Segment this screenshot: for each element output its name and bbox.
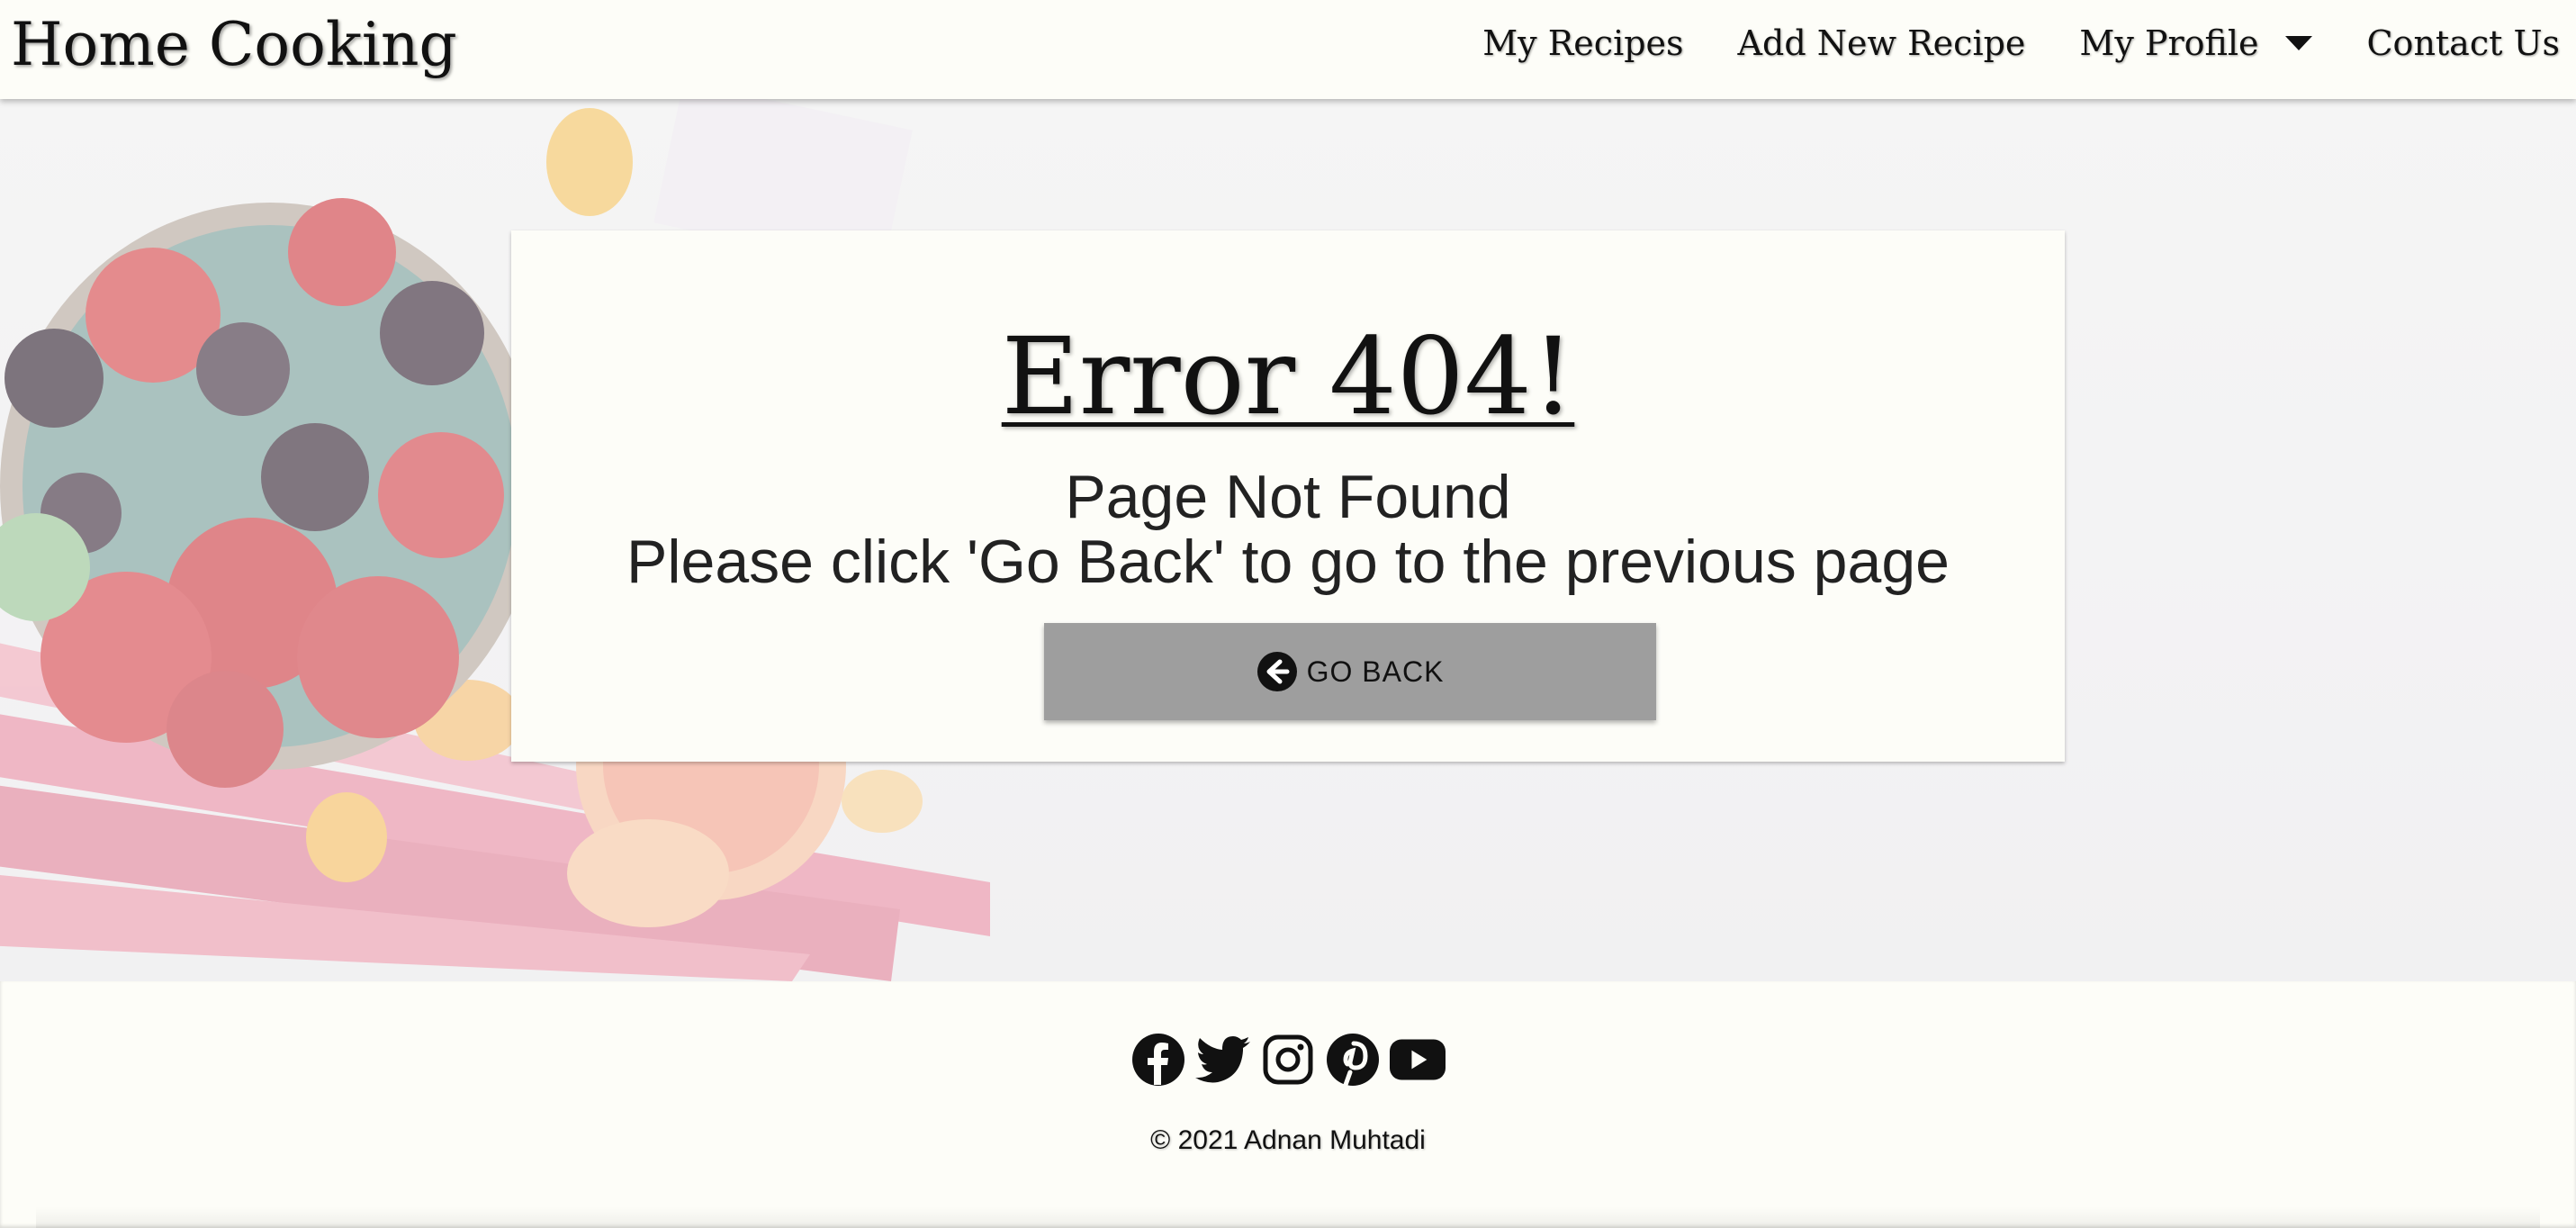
nav-links: My Recipes Add New Recipe My Profile Con… (1455, 0, 2576, 86)
twitter-icon[interactable] (1195, 1032, 1251, 1088)
arrow-left-circle-icon (1256, 652, 1297, 691)
nav-my-profile-label: My Profile (2079, 23, 2259, 63)
youtube-icon[interactable] (1390, 1032, 1446, 1088)
nav-contact-us[interactable]: Contact Us (2339, 23, 2576, 63)
nav-add-new-recipe[interactable]: Add New Recipe (1711, 23, 2053, 63)
social-links (0, 1032, 2576, 1088)
caret-down-icon (2285, 36, 2313, 50)
footer-shadow (36, 1206, 2540, 1228)
facebook-icon[interactable] (1130, 1032, 1186, 1088)
page-not-found-text: Page Not Found (1065, 463, 1511, 531)
nav-my-recipes[interactable]: My Recipes (1455, 23, 1710, 63)
error-card: Error 404! Page Not Found Please click '… (511, 230, 2065, 762)
copyright-text: © 2021 Adnan Muhtadi (1150, 1125, 1426, 1155)
go-back-instruction-text: Please click 'Go Back' to go to the prev… (626, 528, 1950, 596)
pinterest-icon[interactable] (1325, 1032, 1381, 1088)
footer (0, 981, 2576, 1228)
brand-logo[interactable]: Home Cooking (11, 4, 457, 86)
instagram-icon[interactable] (1260, 1032, 1316, 1088)
navbar: Home Cooking My Recipes Add New Recipe M… (0, 0, 2576, 99)
nav-my-profile[interactable]: My Profile (2052, 23, 2339, 63)
error-title: Error 404! (1001, 314, 1575, 438)
go-back-label: GO BACK (1306, 655, 1445, 688)
go-back-button[interactable]: GO BACK (1044, 623, 1656, 720)
